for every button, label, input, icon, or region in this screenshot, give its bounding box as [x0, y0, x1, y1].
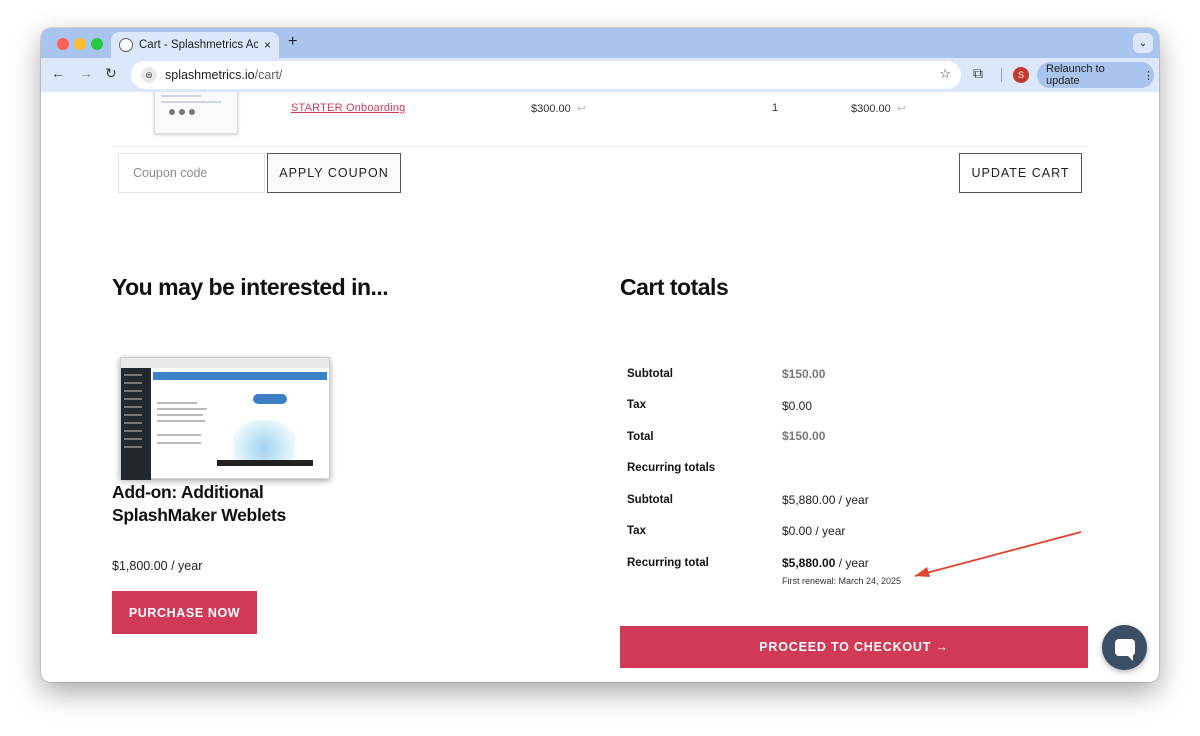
recurring-tax-value: $0.00 / year	[782, 524, 846, 538]
tax-label: Tax	[627, 399, 646, 411]
image-text-line	[157, 420, 205, 422]
page-content: STARTER Onboarding $300.00 ↩ 1 $300.00 ↩ C…	[41, 92, 1159, 682]
profile-avatar[interactable]: S	[1013, 67, 1029, 83]
upsell-price-period: / year	[171, 559, 203, 573]
product-price-value: $300.00	[531, 103, 571, 115]
site-favicon-icon	[119, 38, 133, 52]
url-text: splashmetrics.io/cart/	[165, 68, 282, 82]
total-label: Total	[627, 431, 654, 443]
recurring-total-label: Recurring total	[627, 557, 709, 569]
row-divider	[113, 146, 1087, 147]
site-info-icon[interactable]: ⊜	[141, 67, 157, 83]
upsell-product-price: $1,800.00 / year	[112, 559, 202, 573]
apply-coupon-button[interactable]: APPLY COUPON	[267, 153, 401, 193]
thumbnail-dot	[189, 109, 195, 115]
forward-arrow-icon[interactable]: →	[79, 65, 93, 81]
recurring-total-value: $5,880.00 / year	[782, 556, 869, 570]
annotation-arrow-head	[915, 567, 930, 577]
product-quantity[interactable]: 1	[772, 102, 778, 114]
browser-toolbar: ← → ↻ ⊜ splashmetrics.io/cart/ ☆ ⧉ S Rel…	[41, 58, 1159, 92]
close-window-button[interactable]	[57, 38, 69, 50]
image-text-line	[157, 434, 201, 436]
reload-icon[interactable]: ↻	[105, 65, 117, 82]
more-menu-icon[interactable]: ⋮	[1143, 69, 1154, 82]
relaunch-to-update-button[interactable]: Relaunch to update ⋮	[1037, 62, 1154, 88]
relaunch-label: Relaunch to update	[1046, 63, 1105, 87]
return-icon: ↩	[576, 103, 586, 115]
new-tab-button[interactable]: +	[288, 33, 297, 51]
product-thumbnail[interactable]	[154, 92, 238, 134]
url-path: /cart/	[254, 68, 283, 82]
upsell-product-title[interactable]: Add-on: Additional SplashMaker Weblets	[112, 481, 332, 527]
image-browser-chrome	[121, 358, 329, 368]
image-text-line	[157, 402, 197, 404]
annotation-arrow-line	[914, 531, 1082, 577]
recurring-total-amount: $5,880.00	[782, 556, 836, 570]
upsell-product-image[interactable]	[120, 357, 330, 480]
subtotal-value: $150.00	[782, 367, 826, 381]
thumbnail-line	[161, 101, 221, 103]
image-video-player	[217, 460, 313, 466]
product-name-link[interactable]: STARTER Onboarding	[291, 102, 405, 114]
recurring-total-period: / year	[838, 556, 869, 570]
tax-value: $0.00	[782, 399, 813, 413]
chat-icon	[1114, 639, 1135, 661]
product-subtotal: $300.00 ↩	[851, 102, 906, 115]
image-text-line	[157, 414, 203, 416]
back-arrow-icon[interactable]: ←	[51, 65, 65, 81]
upsell-heading: You may be interested in...	[112, 274, 389, 300]
image-splashmetrics-logo	[253, 394, 287, 404]
image-water-splash	[233, 420, 295, 460]
tab-title: Cart - Splashmetrics Account	[139, 39, 258, 51]
minimize-window-button[interactable]	[74, 38, 86, 50]
recurring-subtotal-value: $5,880.00 / year	[782, 493, 869, 507]
coupon-code-input[interactable]: Coupon code	[118, 153, 265, 193]
image-welcome-banner	[153, 372, 327, 380]
close-tab-icon[interactable]: ×	[264, 38, 271, 52]
address-bar[interactable]: ⊜ splashmetrics.io/cart/ ☆	[131, 61, 961, 89]
annotation-arrow-icon	[914, 531, 1082, 577]
tab-strip: Cart - Splashmetrics Account × + ⌄	[41, 28, 1159, 58]
thumbnail-dot	[179, 109, 185, 115]
thumbnail-dot	[169, 109, 175, 115]
recurring-subtotal-label: Subtotal	[627, 494, 673, 506]
browser-window: Cart - Splashmetrics Account × + ⌄ ← → ↻…	[41, 28, 1159, 682]
recurring-tax-label: Tax	[627, 525, 646, 537]
subtotal-label: Subtotal	[627, 368, 673, 380]
upsell-price-amount: $1,800.00	[112, 559, 168, 573]
chat-widget-button[interactable]	[1102, 625, 1147, 670]
update-cart-button[interactable]: UPDATE CART	[959, 153, 1082, 193]
proceed-to-checkout-button[interactable]: PROCEED TO CHECKOUT →	[620, 626, 1088, 668]
product-price: $300.00 ↩	[531, 102, 586, 115]
return-icon: ↩	[896, 103, 906, 115]
toolbar-divider	[1001, 68, 1002, 82]
image-text-line	[157, 442, 201, 444]
thumbnail-line	[161, 95, 201, 97]
cart-totals-heading: Cart totals	[620, 274, 729, 300]
extensions-icon[interactable]: ⧉	[973, 65, 983, 82]
recurring-totals-label: Recurring totals	[627, 462, 716, 474]
total-value: $150.00	[782, 429, 826, 443]
first-renewal-date: First renewal: March 24, 2025	[782, 576, 902, 586]
zoom-window-button[interactable]	[91, 38, 103, 50]
image-admin-sidebar	[121, 368, 151, 480]
image-text-line	[157, 408, 207, 410]
bookmark-star-icon[interactable]: ☆	[939, 66, 951, 82]
product-subtotal-value: $300.00	[851, 103, 891, 115]
tab-search-icon[interactable]: ⌄	[1133, 33, 1153, 53]
purchase-now-button[interactable]: PURCHASE NOW	[112, 591, 257, 634]
url-host: splashmetrics.io	[165, 68, 255, 82]
tab-cart[interactable]: Cart - Splashmetrics Account ×	[111, 32, 279, 58]
